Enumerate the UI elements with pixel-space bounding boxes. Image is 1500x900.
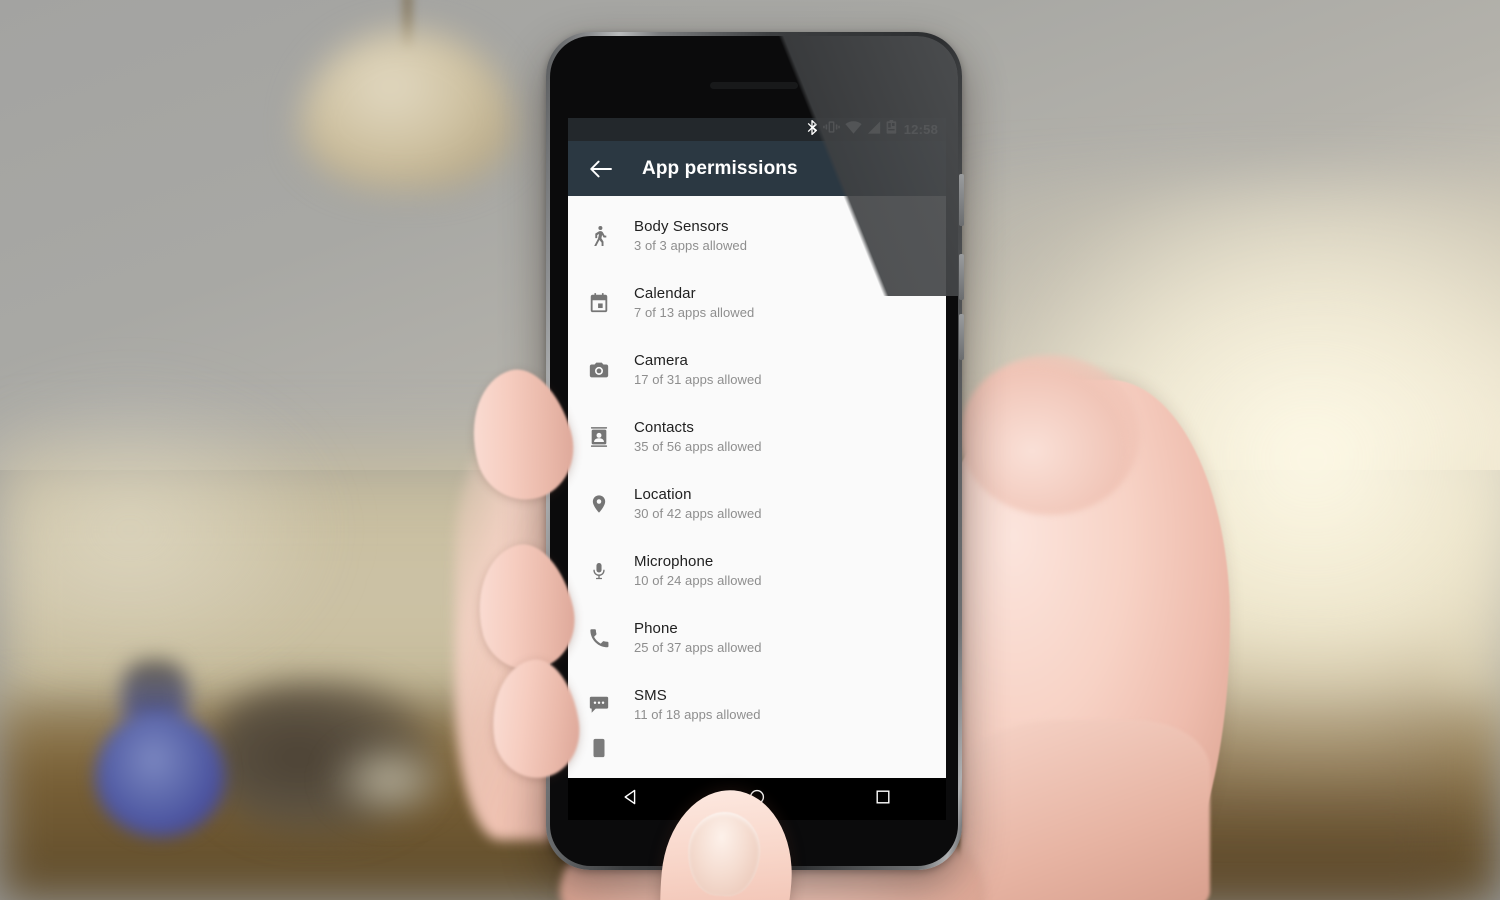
list-item-subtitle: 30 of 42 apps allowed — [634, 505, 762, 521]
power-button[interactable] — [959, 174, 964, 226]
list-item-subtitle: 10 of 24 apps allowed — [634, 572, 762, 588]
phone-screen: 12:58 App permissions Body Sensors 3 of … — [568, 118, 946, 786]
app-toolbar: App permissions — [568, 141, 946, 196]
list-item-microphone[interactable]: Microphone 10 of 24 apps allowed — [568, 537, 946, 604]
back-nav-button[interactable] — [608, 778, 654, 820]
background-objects-light — [330, 740, 450, 820]
vibrate-mode-icon — [822, 120, 840, 139]
battery-icon — [886, 120, 897, 139]
sms-icon — [586, 692, 612, 718]
status-bar: 12:58 — [568, 118, 946, 141]
location-pin-icon — [586, 491, 612, 517]
phone-body: 12:58 App permissions Body Sensors 3 of … — [550, 36, 958, 866]
microphone-icon — [586, 558, 612, 584]
contacts-icon — [586, 424, 612, 450]
background-left-glow — [0, 380, 340, 680]
wifi-icon — [845, 120, 862, 139]
volume-down-button[interactable] — [959, 314, 964, 360]
partial-row-icon — [586, 738, 612, 758]
page-title: App permissions — [642, 157, 798, 179]
recents-nav-button[interactable] — [860, 778, 906, 820]
list-item-phone[interactable]: Phone 25 of 37 apps allowed — [568, 604, 946, 671]
square-recents-icon — [874, 788, 892, 811]
list-item-title: SMS — [634, 686, 667, 704]
list-item-title: Body Sensors — [634, 217, 729, 235]
list-item-location[interactable]: Location 30 of 42 apps allowed — [568, 470, 946, 537]
pendant-lamp-cord — [404, 0, 411, 50]
list-item-body-sensors[interactable]: Body Sensors 3 of 3 apps allowed — [568, 202, 946, 269]
earpiece-speaker — [710, 82, 798, 89]
photo-scene: 12:58 App permissions Body Sensors 3 of … — [0, 0, 1500, 900]
list-item-calendar[interactable]: Calendar 7 of 13 apps allowed — [568, 269, 946, 336]
list-item-title: Camera — [634, 351, 688, 369]
smartphone-device: 12:58 App permissions Body Sensors 3 of … — [546, 32, 964, 870]
blue-vase — [95, 712, 225, 837]
permissions-list[interactable]: Body Sensors 3 of 3 apps allowed Calenda… — [568, 196, 946, 786]
list-item-subtitle: 17 of 31 apps allowed — [634, 371, 762, 387]
pendant-lamp-shade — [300, 30, 515, 190]
list-item-partial[interactable] — [568, 738, 946, 758]
phone-icon — [586, 625, 612, 651]
hand-palm — [930, 380, 1230, 900]
list-item-subtitle: 35 of 56 apps allowed — [634, 438, 762, 454]
list-item-title: Phone — [634, 619, 678, 637]
list-item-subtitle: 25 of 37 apps allowed — [634, 639, 762, 655]
hand-palm-edge — [960, 355, 1140, 515]
list-item-title: Contacts — [634, 418, 694, 436]
status-bar-clock: 12:58 — [903, 122, 938, 137]
body-sensors-icon — [586, 223, 612, 249]
background-window-glow — [940, 180, 1500, 800]
list-item-sms[interactable]: SMS 11 of 18 apps allowed — [568, 671, 946, 738]
bluetooth-icon — [807, 119, 818, 140]
list-item-subtitle: 11 of 18 apps allowed — [634, 706, 761, 722]
list-item-subtitle: 7 of 13 apps allowed — [634, 304, 755, 320]
calendar-icon — [586, 290, 612, 316]
list-item-title: Microphone — [634, 552, 714, 570]
list-item-title: Calendar — [634, 284, 696, 302]
back-arrow-icon[interactable] — [584, 152, 618, 186]
camera-icon — [586, 357, 612, 383]
background-furniture — [1150, 640, 1450, 900]
blue-vase-neck — [122, 660, 188, 732]
wrist — [960, 720, 1210, 900]
triangle-back-icon — [622, 788, 640, 811]
cellular-signal-icon — [867, 120, 881, 139]
background-objects — [210, 680, 430, 835]
volume-up-button[interactable] — [959, 254, 964, 300]
list-item-subtitle: 3 of 3 apps allowed — [634, 237, 747, 253]
list-item-camera[interactable]: Camera 17 of 31 apps allowed — [568, 336, 946, 403]
list-item-title: Location — [634, 485, 692, 503]
list-item-contacts[interactable]: Contacts 35 of 56 apps allowed — [568, 403, 946, 470]
